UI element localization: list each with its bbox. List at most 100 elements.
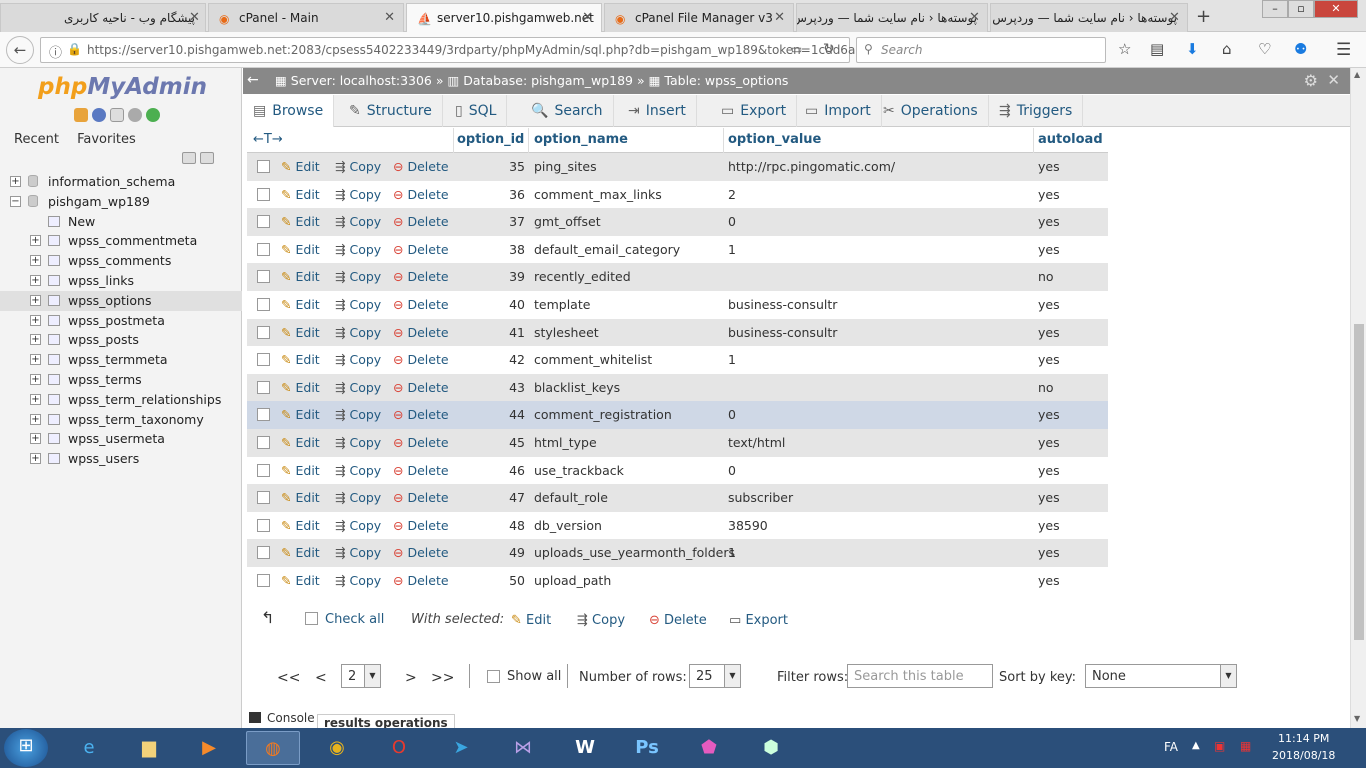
cell-option-value[interactable]: 38590 (728, 518, 768, 533)
nox-icon[interactable]: ⬢ (744, 731, 798, 765)
edit-button[interactable]: ✎ Edit (281, 490, 320, 505)
bulk-delete-button[interactable]: ⊖ Delete (649, 613, 707, 628)
delete-button[interactable]: ⊖ Delete (393, 518, 449, 533)
delete-button[interactable]: ⊖ Delete (393, 214, 449, 229)
expand-icon[interactable]: + (30, 334, 41, 346)
cell-autoload[interactable]: yes (1038, 518, 1060, 533)
row-checkbox[interactable] (257, 463, 270, 477)
phpmyadmin-logo[interactable]: phpMyAdmin (38, 74, 207, 100)
bulk-copy-button[interactable]: ⇶ Copy (577, 613, 625, 628)
browser-tab-5[interactable]: پوسته‌ها ‹ نام سایت شما — وردپرس ✕ (990, 3, 1188, 32)
cell-autoload[interactable]: yes (1038, 214, 1060, 229)
sort-arrows[interactable]: ←T→ (253, 132, 283, 147)
tree-item[interactable]: + wpss_users (0, 449, 242, 469)
cell-option-name[interactable]: template (534, 297, 590, 312)
expand-icon[interactable]: + (30, 294, 41, 306)
collapse-arrow-icon[interactable]: ← (247, 72, 267, 90)
prev-page-button[interactable]: < (315, 670, 327, 686)
browser-tab-2[interactable]: ⛵ server10.pishgamweb.net ✕ (406, 3, 602, 33)
ie-icon[interactable]: e (62, 731, 116, 765)
edit-button[interactable]: ✎ Edit (281, 269, 320, 284)
tab-import[interactable]: ▭ Import (795, 95, 882, 127)
delete-button[interactable]: ⊖ Delete (393, 352, 449, 367)
close-icon[interactable]: ✕ (384, 10, 395, 25)
clock-date[interactable]: 2018/08/18 (1272, 749, 1335, 762)
maximize-icon[interactable]: ▫ (1288, 0, 1314, 18)
home-icon[interactable] (74, 108, 88, 122)
cell-option-name[interactable]: uploads_use_yearmonth_folders (534, 545, 735, 560)
cell-option-name[interactable]: comment_registration (534, 407, 672, 422)
copy-button[interactable]: ⇶ Copy (335, 463, 381, 478)
delete-button[interactable]: ⊖ Delete (393, 159, 449, 174)
tree-item[interactable]: + wpss_comments (0, 251, 242, 271)
cell-option-id[interactable]: 39 (503, 269, 525, 284)
back-arrow-icon[interactable]: ← (6, 36, 34, 64)
delete-button[interactable]: ⊖ Delete (393, 545, 449, 560)
cell-option-name[interactable]: blacklist_keys (534, 380, 620, 395)
edit-button[interactable]: ✎ Edit (281, 573, 320, 588)
edit-button[interactable]: ✎ Edit (281, 545, 320, 560)
tab-triggers[interactable]: ⇶ Triggers (989, 95, 1084, 127)
photoshop-icon[interactable]: Ps (620, 731, 674, 765)
favorites-tab[interactable]: Favorites (77, 132, 136, 147)
cell-option-value[interactable]: 1 (728, 242, 736, 257)
expand-icon[interactable]: − (10, 195, 21, 207)
cell-autoload[interactable]: yes (1038, 407, 1060, 422)
edit-button[interactable]: ✎ Edit (281, 518, 320, 533)
scroll-up-icon[interactable]: ▲ (1354, 70, 1360, 79)
close-icon[interactable]: ✕ (969, 10, 980, 25)
expand-icon[interactable]: + (30, 314, 41, 326)
expand-icon[interactable]: + (30, 235, 41, 247)
tree-item[interactable]: + information_schema (0, 172, 242, 192)
cell-option-name[interactable]: gmt_offset (534, 214, 601, 229)
delete-button[interactable]: ⊖ Delete (393, 242, 449, 257)
expand-icon[interactable]: + (30, 255, 41, 267)
browser-tab-0[interactable]: پیشگام وب - ناحیه کاربری ✕ (0, 3, 206, 32)
tab-operations[interactable]: ✂ Operations (873, 95, 989, 127)
cell-autoload[interactable]: yes (1038, 435, 1060, 450)
explorer-icon[interactable]: ▆ (122, 731, 176, 765)
cell-option-value[interactable]: subscriber (728, 490, 793, 505)
tree-item[interactable]: + wpss_options (0, 290, 242, 311)
cell-option-id[interactable]: 35 (503, 159, 525, 174)
row-checkbox[interactable] (257, 408, 270, 422)
cell-option-id[interactable]: 41 (503, 325, 525, 340)
delete-button[interactable]: ⊖ Delete (393, 269, 449, 284)
tab-insert[interactable]: ⇥ Insert (618, 95, 697, 127)
cell-option-name[interactable]: default_email_category (534, 242, 680, 257)
cell-option-id[interactable]: 38 (503, 242, 525, 257)
breadcrumb-database[interactable]: Database: pishgam_wp189 (463, 73, 633, 88)
row-checkbox[interactable] (257, 242, 270, 256)
info-icon[interactable]: ⓘ (49, 42, 62, 61)
expand-icon[interactable]: + (30, 393, 41, 405)
cell-option-value[interactable]: 1 (728, 352, 736, 367)
expand-icon[interactable]: + (30, 433, 41, 445)
media-player-icon[interactable]: ▶ (182, 731, 236, 765)
edit-button[interactable]: ✎ Edit (281, 214, 320, 229)
page-select[interactable]: 2 ▼ (341, 664, 381, 688)
clock-time[interactable]: 11:14 PM (1278, 732, 1329, 745)
tray-app-icon[interactable]: ▣ (1214, 739, 1225, 753)
check-all-label[interactable]: Check all (325, 612, 384, 627)
close-icon[interactable]: ✕ (582, 10, 593, 25)
cell-option-name[interactable]: use_trackback (534, 463, 624, 478)
chrome-icon[interactable]: ◉ (310, 731, 364, 765)
column-option-id[interactable]: option_id (457, 132, 524, 147)
row-checkbox[interactable] (257, 270, 270, 284)
delete-button[interactable]: ⊖ Delete (393, 187, 449, 202)
reload-icon[interactable]: ↻ (823, 41, 835, 57)
row-checkbox[interactable] (257, 546, 270, 560)
network-icon[interactable]: ▦ (1240, 739, 1251, 753)
cell-option-value[interactable]: business-consultr (728, 325, 837, 340)
copy-button[interactable]: ⇶ Copy (335, 214, 381, 229)
delete-button[interactable]: ⊖ Delete (393, 435, 449, 450)
cell-autoload[interactable]: no (1038, 380, 1054, 395)
settings-gear-icon[interactable]: ⚙ (1304, 71, 1318, 90)
opera-icon[interactable]: O (372, 731, 426, 765)
tree-item[interactable]: New (0, 212, 242, 232)
delete-button[interactable]: ⊖ Delete (393, 490, 449, 505)
telegram-icon[interactable]: ➤ (434, 731, 488, 765)
cell-option-name[interactable]: stylesheet (534, 325, 599, 340)
sort-select[interactable]: None ▼ (1085, 664, 1237, 688)
window-close-icon[interactable]: ✕ (1314, 0, 1358, 18)
